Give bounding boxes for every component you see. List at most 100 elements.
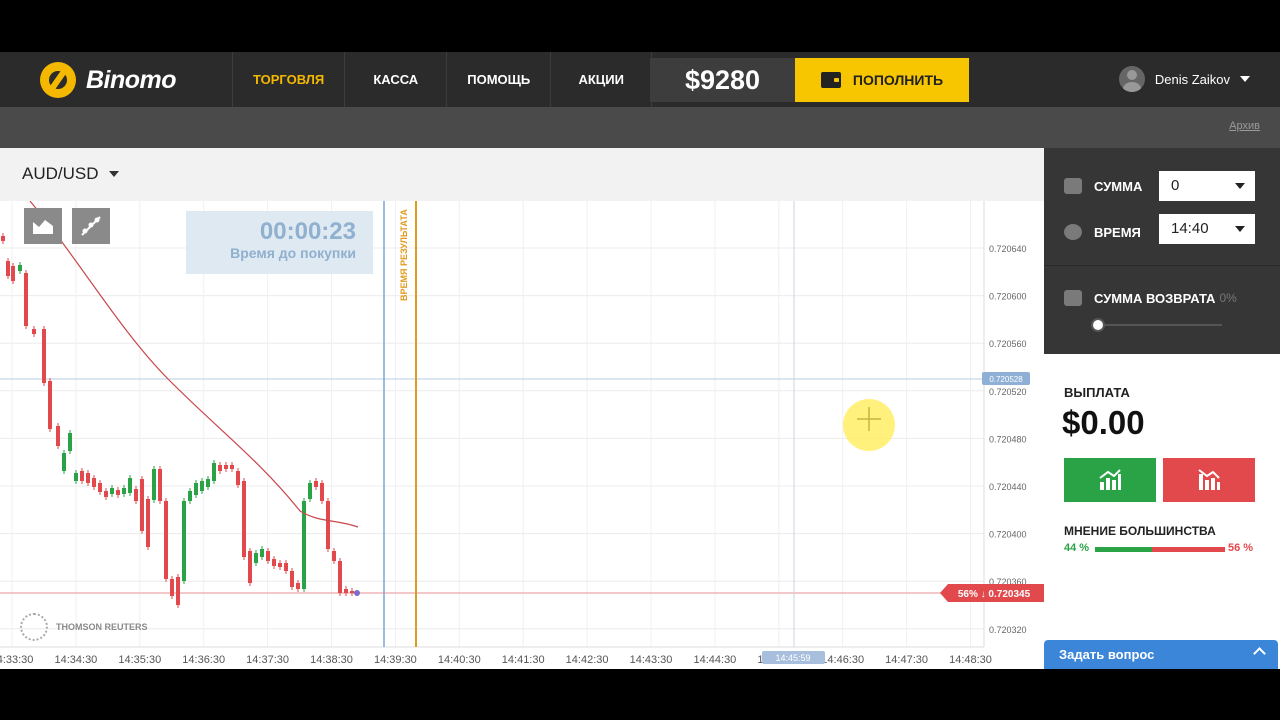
time-axis-label: 14:44:30: [693, 654, 736, 666]
current-price-tag: 0.720528: [989, 375, 1023, 384]
candle-body: [176, 577, 180, 605]
deal-tag: 56% ↓ 0.720345: [958, 589, 1031, 600]
candle-body: [110, 488, 114, 494]
candle-body: [308, 483, 312, 499]
time-axis-label: 14:37:30: [246, 654, 289, 666]
chart-type-button[interactable]: [24, 208, 62, 244]
candle-body: [1, 236, 5, 241]
time-axis-label: 14:39:30: [374, 654, 417, 666]
trade-panel: СУММА 0 ВРЕМЯ 14:40 СУММА ВОЗВРАТА 0% ВЫ…: [1044, 148, 1280, 669]
candle-body: [152, 469, 156, 500]
candle-body: [200, 481, 204, 491]
indicators-icon: [81, 216, 101, 236]
ask-question-chat[interactable]: Задать вопрос: [1044, 640, 1278, 669]
nav-item-help[interactable]: ПОМОЩЬ: [446, 52, 550, 107]
candle-body: [212, 463, 216, 481]
chart-area[interactable]: AUD/USD 0.720640 0.720600 0.720560 0.720520…: [0, 148, 1044, 669]
candle-body: [296, 583, 300, 589]
buy-up-button[interactable]: [1064, 458, 1156, 502]
binomo-logo-icon: [40, 62, 76, 98]
user-menu[interactable]: Denis Zaikov: [1118, 66, 1250, 92]
majority-bar: [1095, 547, 1225, 552]
account-balance[interactable]: $9280: [650, 58, 795, 102]
nav-item-cashier[interactable]: КАССА: [344, 52, 446, 107]
purchase-timer: 00:00:23 Время до покупки: [186, 211, 373, 274]
time-axis-label: 14:42:30: [566, 654, 609, 666]
candle-body: [332, 551, 336, 561]
candle-body: [104, 491, 108, 497]
ask-question-label: Задать вопрос: [1059, 647, 1155, 662]
candle-body: [116, 490, 120, 495]
reuters-logo-icon: [20, 613, 48, 641]
candle-body: [6, 261, 10, 276]
candle-body: [18, 265, 22, 271]
video-frame: Binomo ТОРГОВЛЯ КАССА ПОМОЩЬ АКЦИИ $9280…: [0, 0, 1280, 720]
candle-body: [188, 491, 192, 501]
avatar: [1118, 66, 1145, 92]
timer-value: 00:00:23: [259, 218, 356, 245]
candle-body: [242, 481, 246, 557]
nav-item-trading[interactable]: ТОРГОВЛЯ: [232, 52, 344, 107]
time-select[interactable]: 14:40: [1159, 214, 1255, 244]
deposit-button[interactable]: ПОПОЛНИТЬ: [795, 58, 969, 102]
majority-up-percent: 44 %: [1064, 542, 1090, 554]
time-axis-label: 14:38:30: [310, 654, 353, 666]
buy-down-button[interactable]: [1163, 458, 1255, 502]
candle-body: [224, 465, 228, 469]
hover-time-tag: 14:45:59: [775, 653, 810, 663]
top-navigation: Binomo ТОРГОВЛЯ КАССА ПОМОЩЬ АКЦИИ $9280…: [0, 52, 1280, 107]
data-provider: THOMSON REUTERS: [20, 613, 148, 641]
candle-body: [344, 589, 348, 593]
candle-body: [48, 381, 52, 429]
coins-icon: [1064, 178, 1082, 194]
price-axis-label: 0.720440: [989, 482, 1027, 492]
candle-body: [350, 591, 354, 593]
candle-body: [248, 551, 252, 583]
candle-body: [320, 483, 324, 501]
candle-body: [218, 465, 222, 471]
majority-label: МНЕНИЕ БОЛЬШИНСТВА: [1064, 524, 1216, 538]
time-axis-label: 14:41:30: [502, 654, 545, 666]
price-axis-label: 0.720320: [989, 625, 1027, 635]
chart-down-icon: [1198, 469, 1220, 490]
indicators-button[interactable]: [72, 208, 110, 244]
candle-body: [158, 469, 162, 501]
candle-body: [134, 489, 138, 501]
time-axis-label: 14:34:30: [54, 654, 97, 666]
return-slider[interactable]: [1098, 324, 1222, 326]
candle-body: [164, 501, 168, 579]
chevron-down-icon: [1240, 76, 1250, 82]
return-row: СУММА ВОЗВРАТА 0%: [1064, 290, 1237, 306]
result-time-label: ВРЕМЯ РЕЗУЛЬТАТА: [399, 209, 409, 301]
trade-settings: СУММА 0 ВРЕМЯ 14:40 СУММА ВОЗВРАТА 0%: [1044, 148, 1280, 354]
archive-link[interactable]: Архив: [1229, 120, 1260, 132]
candle-body: [278, 563, 282, 567]
nav-item-promotions[interactable]: АКЦИИ: [550, 52, 653, 107]
candle-body: [98, 483, 102, 492]
candle-body: [236, 471, 240, 485]
candle-body: [326, 501, 330, 549]
timer-label: Время до покупки: [230, 245, 356, 261]
asset-selector[interactable]: AUD/USD: [22, 164, 119, 184]
candle-body: [42, 329, 46, 383]
payout-label: ВЫПЛАТА: [1064, 385, 1130, 400]
logo[interactable]: Binomo: [40, 62, 177, 98]
return-label: СУММА ВОЗВРАТА: [1094, 290, 1216, 306]
candle-body: [314, 481, 318, 487]
logo-text: Binomo: [86, 65, 177, 94]
price-axis-label: 0.720600: [989, 292, 1027, 302]
price-axis-label: 0.720640: [989, 244, 1027, 254]
chart-header: AUD/USD: [0, 148, 1044, 201]
candle-body: [86, 473, 90, 483]
return-slider-handle[interactable]: [1091, 318, 1105, 332]
candle-body: [62, 453, 66, 471]
amount-select[interactable]: 0: [1159, 171, 1255, 201]
time-axis-label: 14:43:30: [630, 654, 673, 666]
candle-body: [128, 478, 132, 493]
time-row: ВРЕМЯ: [1064, 224, 1141, 240]
majority-bar-up-fill: [1095, 547, 1153, 552]
candle-body: [170, 579, 174, 596]
candle-body: [230, 465, 234, 469]
candle-body: [56, 426, 60, 446]
binomo-app: Binomo ТОРГОВЛЯ КАССА ПОМОЩЬ АКЦИИ $9280…: [0, 52, 1280, 669]
